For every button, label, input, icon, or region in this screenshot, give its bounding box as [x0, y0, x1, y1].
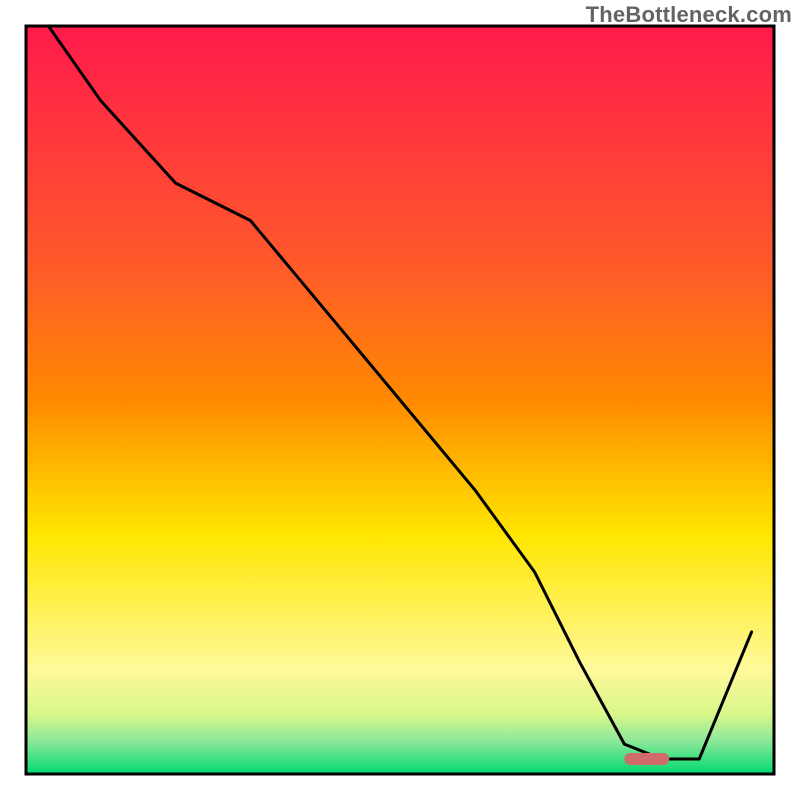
- optimal-marker: [624, 753, 669, 765]
- bottleneck-chart: TheBottleneck.com: [0, 0, 800, 800]
- watermark-text: TheBottleneck.com: [586, 2, 792, 28]
- chart-svg: [0, 0, 800, 800]
